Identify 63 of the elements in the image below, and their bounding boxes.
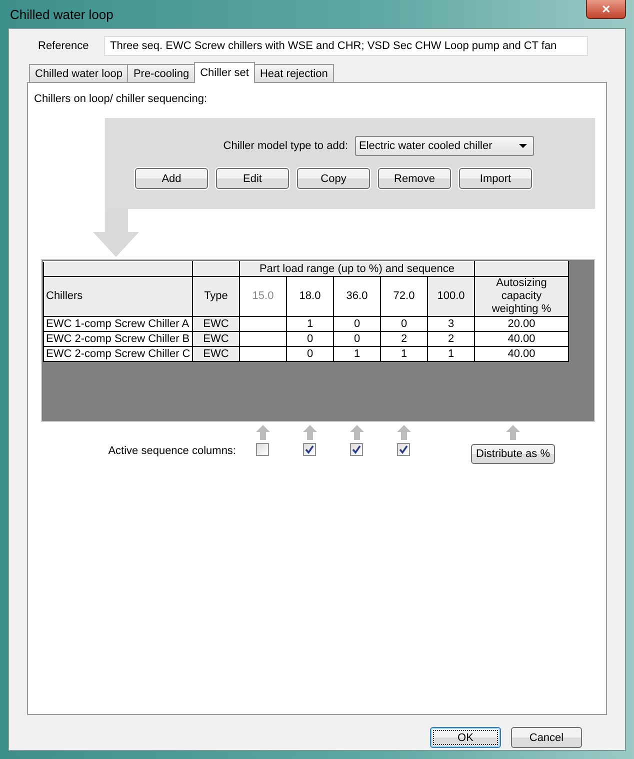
header-cell: 18.0 [286,276,334,316]
model-type-label: Chiller model type to add: [223,140,348,152]
table-cell: EWC [192,346,240,362]
checkbox[interactable] [350,443,363,456]
checkbox[interactable] [303,443,316,456]
active-columns-label: Active sequence columns: [107,445,237,457]
checkbox[interactable] [256,443,269,456]
window-title: Chilled water loop [9,6,114,22]
action-button[interactable]: Remove [378,168,451,189]
table-cell [240,346,286,362]
table-cell: EWC 1-comp Screw Chiller A [44,316,192,332]
header-cell: Type [192,276,240,316]
table-cell: EWC 2-comp Screw Chiller B [44,332,192,346]
checkbox[interactable] [397,443,410,456]
table-cell: 1 [380,346,428,362]
dialog-button[interactable]: OK [430,727,501,748]
up-arrow-icon [350,425,364,440]
tab[interactable]: Chiller set [194,62,255,83]
header-cell: Chillers [44,276,192,316]
table-cell: 1 [286,316,334,332]
table-cell: 40.00 [474,332,568,346]
tab[interactable]: Chilled water loop [29,64,128,82]
dialog-button[interactable]: Cancel [511,727,582,748]
table-cell [240,316,286,332]
action-button[interactable]: Edit [216,168,289,189]
table-cell: 3 [428,316,474,332]
up-arrow-icon [506,425,520,440]
table-cell: 2 [428,332,474,346]
table-cell: 1 [428,346,474,362]
up-arrow-icon [302,425,316,440]
action-button[interactable]: Copy [297,168,370,189]
tab[interactable]: Pre-cooling [127,64,196,82]
table-cell: EWC 2-comp Screw Chiller C [44,346,192,362]
table-cell: EWC [192,316,240,332]
reference-label: Reference [37,40,90,52]
header-cell: Autosizing capacity weighting % [474,276,568,316]
table-cell: 2 [380,332,428,346]
up-arrow-icon [256,425,270,440]
header-cell: Part load range (up to %) and sequence [240,262,474,276]
table-cell: 0 [334,332,380,346]
model-type-dropdown[interactable]: Electric water cooled chiller [355,136,534,156]
up-arrow-icon [396,425,410,440]
header-cell [192,262,240,276]
table-cell: 0 [334,316,380,332]
action-button[interactable]: Add [135,168,208,189]
action-button[interactable]: Import [459,168,532,189]
reference-field[interactable]: Three seq. EWC Screw chillers with WSE and CHR; VSD Sec CHW Loop pump and CT fan [104,36,588,56]
table-cell: 0 [380,316,428,332]
header-cell: 100.0 [428,276,474,316]
header-cell: 15.0 [240,276,286,316]
table-cell: 20.00 [474,316,568,332]
table-cell: 1 [334,346,380,362]
section-label: Chillers on loop/ chiller sequencing: [34,93,208,107]
distribute-button[interactable]: Distribute as % [471,444,555,464]
tab[interactable]: Heat rejection [254,64,334,82]
table-cell: 0 [286,332,334,346]
caret-icon [519,144,527,148]
table-cell: EWC [192,332,240,346]
table-cell [240,332,286,346]
header-cell: 36.0 [334,276,380,316]
table-cell: 40.00 [474,346,568,362]
header-cell: 72.0 [380,276,428,316]
table-cell: 0 [286,346,334,362]
